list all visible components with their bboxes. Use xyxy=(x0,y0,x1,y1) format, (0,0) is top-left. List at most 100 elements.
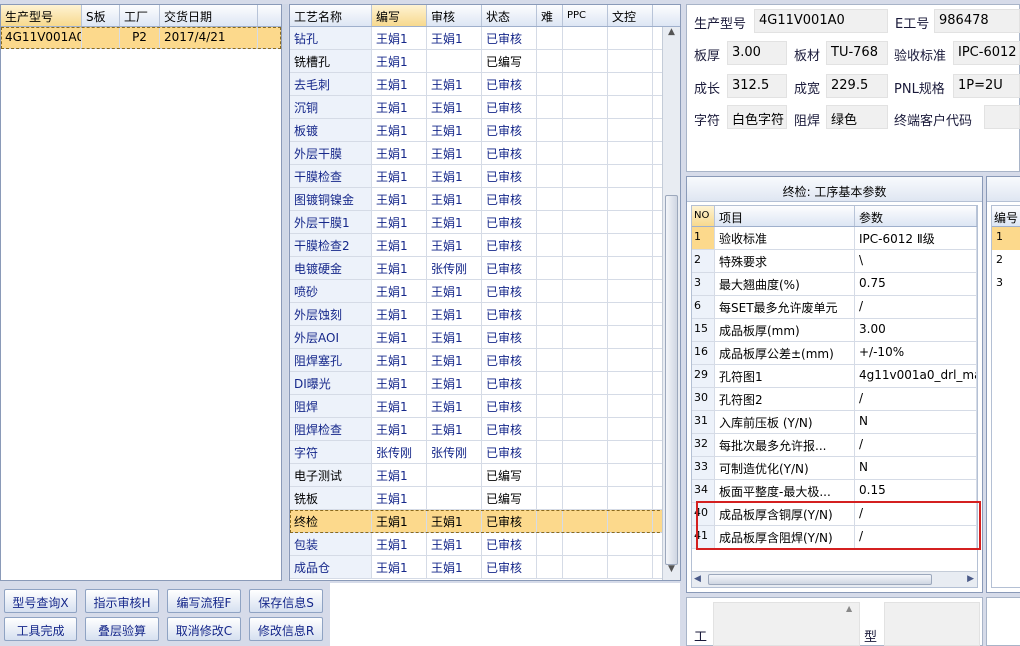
write-process-button[interactable]: 编写流程F xyxy=(167,589,241,613)
scroll-down-arrow[interactable]: ▼ xyxy=(663,564,680,580)
param-row[interactable]: 3 最大翘曲度(%) 0.75 xyxy=(692,273,977,296)
param-row[interactable]: 30 孔符图2/ xyxy=(692,388,977,411)
params-hscrollbar[interactable]: ◀ ▶ xyxy=(692,571,977,587)
param-row[interactable]: 34 板面平整度-最大极... 0.15 xyxy=(692,480,977,503)
process-row[interactable]: 外层蚀刻 王娟1 王娟1 已审核 xyxy=(290,303,680,326)
cell-ppc xyxy=(563,27,608,49)
process-row[interactable]: DI曝光 王娟1 王娟1 已审核 xyxy=(290,372,680,395)
col-header-item[interactable]: 项目 xyxy=(715,206,855,226)
col-header-doc-control[interactable]: 文控 xyxy=(608,5,653,26)
hscroll-thumb[interactable] xyxy=(708,574,932,585)
col-header-reviewer[interactable]: 审核 xyxy=(427,5,482,26)
edit-info-button[interactable]: 修改信息R xyxy=(249,617,323,641)
col-header-no[interactable]: NO xyxy=(692,206,715,226)
acceptance-std-field[interactable]: IPC-6012 xyxy=(953,41,1020,65)
process-row[interactable]: 电镀硬金 王娟1 张传刚 已审核 xyxy=(290,257,680,280)
scroll-up-arrow[interactable]: ▲ xyxy=(663,27,680,43)
hscroll-left-arrow[interactable]: ◀ xyxy=(694,574,701,584)
e-number-label: E工号 xyxy=(895,17,930,32)
process-header: 工艺名称 编写 审核 状态 难 PPC 文控 xyxy=(290,5,680,27)
process-row[interactable]: 终检 王娟1 王娟1 已审核 xyxy=(290,510,680,533)
process-row[interactable]: 去毛刺 王娟1 王娟1 已审核 xyxy=(290,73,680,96)
bottom-textarea[interactable] xyxy=(713,602,860,646)
process-row[interactable]: 外层干膜1 王娟1 王娟1 已审核 xyxy=(290,211,680,234)
col-header-delivery-date[interactable]: 交货日期 xyxy=(160,5,258,26)
material-field[interactable]: TU-768 xyxy=(826,41,888,65)
tool-complete-button[interactable]: 工具完成 xyxy=(4,617,77,641)
process-row[interactable]: 图镀铜镍金 王娟1 王娟1 已审核 xyxy=(290,188,680,211)
thickness-field[interactable]: 3.00 xyxy=(727,41,787,65)
col-header-model[interactable]: 生产型号 xyxy=(1,5,82,26)
process-row[interactable]: 沉铜 王娟1 王娟1 已审核 xyxy=(290,96,680,119)
process-row[interactable]: 包装 王娟1 王娟1 已审核 xyxy=(290,533,680,556)
param-row[interactable]: 2 特殊要求 \ xyxy=(692,250,977,273)
process-row[interactable]: 阻焊检查 王娟1 王娟1 已审核 xyxy=(290,418,680,441)
param-row[interactable]: 6 每SET最多允许废单元 / xyxy=(692,296,977,319)
right-row-3[interactable]: 3 xyxy=(992,273,1020,296)
process-row[interactable]: 板镀 王娟1 王娟1 已审核 xyxy=(290,119,680,142)
cell-param-item: 最大翘曲度(%) xyxy=(715,273,855,295)
cell-param-value: 4g11v001a0_drl_ma xyxy=(855,365,977,387)
col-header-s-board[interactable]: S板 xyxy=(82,5,120,26)
cell-param-value: \ xyxy=(855,250,977,272)
process-row[interactable]: 喷砂 王娟1 王娟1 已审核 xyxy=(290,280,680,303)
process-row[interactable]: 干膜检查 王娟1 王娟1 已审核 xyxy=(290,165,680,188)
acceptance-std-label: 验收标准 xyxy=(894,49,947,64)
param-row[interactable]: 33 可制造优化(Y/N) N xyxy=(692,457,977,480)
pnl-spec-field[interactable]: 1P=2U xyxy=(953,74,1020,98)
cell-difficulty xyxy=(537,303,563,325)
cell-difficulty xyxy=(537,165,563,187)
customer-code-field[interactable] xyxy=(984,105,1020,129)
col-header-difficulty[interactable]: 难 xyxy=(537,5,563,26)
stackup-check-button[interactable]: 叠层验算 xyxy=(85,617,159,641)
col-header-number[interactable]: 编号 xyxy=(992,206,1020,227)
process-row[interactable]: 外层AOI 王娟1 王娟1 已审核 xyxy=(290,326,680,349)
process-row[interactable]: 字符 张传刚 张传刚 已审核 xyxy=(290,441,680,464)
col-header-factory[interactable]: 工厂 xyxy=(120,5,160,26)
param-row[interactable]: 15 成品板厚(mm) 3.00 xyxy=(692,319,977,342)
param-row[interactable]: 1 验收标准 IPC-6012 Ⅱ级 xyxy=(692,227,977,250)
right-row-1[interactable]: 1 xyxy=(992,227,1020,250)
param-row[interactable]: 29 孔符图1 4g11v001a0_drl_ma xyxy=(692,365,977,388)
process-row[interactable]: 成品仓 王娟1 王娟1 已审核 xyxy=(290,556,680,579)
cancel-edit-button[interactable]: 取消修改C xyxy=(167,617,241,641)
param-row[interactable]: 16 成品板厚公差±(mm) +/-10% xyxy=(692,342,977,365)
param-row[interactable]: 31 入库前压板 (Y/N) N xyxy=(692,411,977,434)
process-row[interactable]: 钻孔 王娟1 王娟1 已审核 xyxy=(290,27,680,50)
splitter[interactable] xyxy=(282,4,288,581)
cell-ppc xyxy=(563,533,608,555)
cell-doc-control xyxy=(608,533,653,555)
process-row[interactable]: 干膜检查2 王娟1 王娟1 已审核 xyxy=(290,234,680,257)
process-scrollbar[interactable]: ▲ ▼ xyxy=(662,27,680,580)
col-header-writer[interactable]: 编写 xyxy=(372,5,427,26)
cell-ppc xyxy=(563,119,608,141)
model-query-button[interactable]: 型号查询X xyxy=(4,589,77,613)
right-row-2[interactable]: 2 xyxy=(992,250,1020,273)
length-field[interactable]: 312.5 xyxy=(727,74,787,98)
bottom-scroll-up[interactable]: ▲ xyxy=(846,604,858,616)
col-header-ppc[interactable]: PPC xyxy=(563,5,608,26)
model-row[interactable]: 4G11V001A0 P2 2017/4/21 xyxy=(1,27,281,49)
scroll-thumb[interactable] xyxy=(665,195,678,565)
silkscreen-field[interactable]: 白色字符 xyxy=(727,105,787,129)
col-header-status[interactable]: 状态 xyxy=(482,5,537,26)
width-field[interactable]: 229.5 xyxy=(826,74,888,98)
hscroll-right-arrow[interactable]: ▶ xyxy=(967,574,974,584)
process-row[interactable]: 阻焊塞孔 王娟1 王娟1 已审核 xyxy=(290,349,680,372)
col-header-param[interactable]: 参数 xyxy=(855,206,977,226)
save-info-button[interactable]: 保存信息S xyxy=(249,589,323,613)
solder-mask-field[interactable]: 绿色 xyxy=(826,105,888,129)
cell-writer: 王娟1 xyxy=(372,418,427,440)
process-row[interactable]: 外层干膜 王娟1 王娟1 已审核 xyxy=(290,142,680,165)
process-row[interactable]: 铣槽孔 王娟1 已编写 xyxy=(290,50,680,73)
bottom-field-right[interactable] xyxy=(884,602,980,646)
process-row[interactable]: 电子测试 王娟1 已编写 xyxy=(290,464,680,487)
cell-reviewer xyxy=(427,464,482,486)
review-instruction-button[interactable]: 指示审核H xyxy=(85,589,159,613)
process-row[interactable]: 铣板 王娟1 已编写 xyxy=(290,487,680,510)
param-row[interactable]: 32 每批次最多允许报... / xyxy=(692,434,977,457)
e-number-field[interactable]: 986478 xyxy=(934,9,1020,33)
model-field[interactable]: 4G11V001A0 xyxy=(754,9,888,33)
process-row[interactable]: 阻焊 王娟1 王娟1 已审核 xyxy=(290,395,680,418)
col-header-process-name[interactable]: 工艺名称 xyxy=(290,5,372,26)
